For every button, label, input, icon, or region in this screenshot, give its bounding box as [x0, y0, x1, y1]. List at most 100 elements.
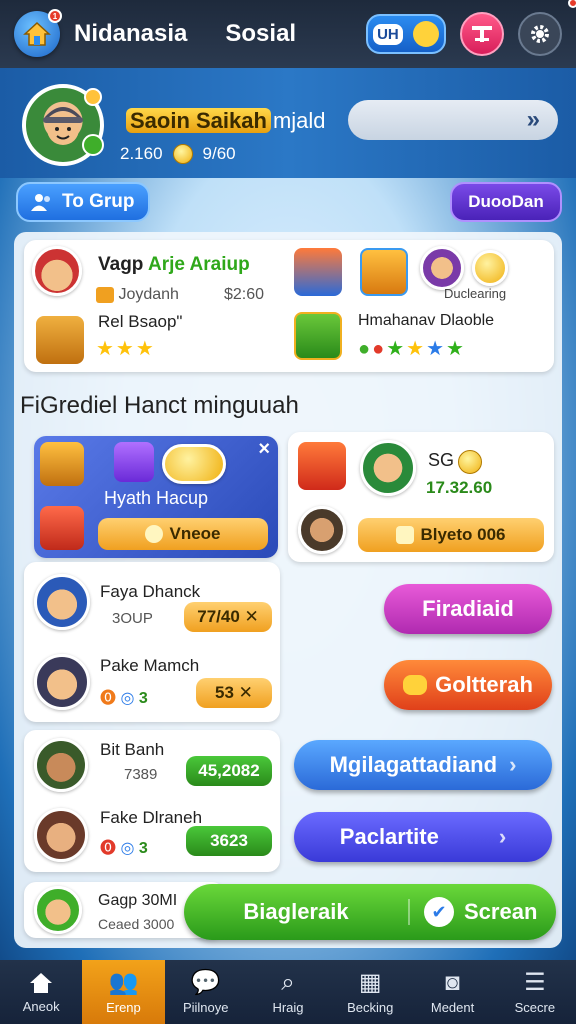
treasure-chest-icon [36, 316, 84, 364]
camera-icon: ◙ [445, 968, 460, 996]
coin-icon [172, 144, 193, 164]
search-icon: ⌕ [281, 968, 295, 996]
reward-label: SG [428, 450, 455, 470]
player-avatar[interactable] [34, 654, 90, 710]
nav-calendar[interactable]: ▦ Becking [329, 960, 411, 1024]
action-button-2-label: Goltterah [435, 672, 533, 697]
nav-menu[interactable]: ☰ Scecre [494, 960, 576, 1024]
action-button-3-label: Mgilagattadiand [329, 752, 498, 777]
action-button-1[interactable]: Firadiaid [384, 584, 552, 634]
player-sub: 3 [138, 690, 148, 707]
hand-icon [145, 525, 164, 543]
users-icon [31, 194, 50, 211]
reward-chip-label: Blyeto 006 [420, 525, 506, 544]
chevron-right-icon: › [498, 824, 507, 849]
player-avatar[interactable] [34, 574, 90, 630]
chevron-right-icon: » [526, 106, 540, 133]
player-name-rest: mjald [272, 108, 326, 133]
emoji-icon [412, 21, 439, 47]
player-chip[interactable]: 3623 [186, 826, 272, 856]
card-right-label-1: Duclearing [444, 286, 507, 301]
nav-home[interactable]: Aneok [0, 960, 82, 1024]
app-title: Nidanasia [74, 20, 188, 47]
featured-card[interactable]: Vagp Arje Araiup Joydanh $2:60 Rel Bsaop… [24, 240, 554, 372]
player-chip[interactable]: 77/40 ✕ [184, 602, 272, 632]
bottom-nav: Aneok 👥 Erenp 💬 Piilnoye ⌕ Hraig ▦ Becki… [0, 960, 576, 1024]
star-rating-icon: ★★★ [96, 338, 156, 360]
hand-icon [403, 675, 428, 695]
chip-box-icon [396, 526, 415, 544]
card-right-label-2: Hmahanav Dlaoble [358, 312, 495, 329]
player-chip[interactable]: 53 ✕ [196, 678, 272, 708]
online-badge-icon [82, 134, 104, 156]
player-avatar[interactable] [34, 808, 88, 862]
card-avatar [32, 246, 82, 296]
player-avatar[interactable] [34, 738, 88, 792]
player-stats: 2.160 9/60 [120, 144, 236, 164]
card-sub: Joydanh [96, 286, 179, 304]
home-icon [30, 972, 53, 993]
close-icon[interactable]: × [258, 438, 270, 461]
player-name: Pake Mamch [100, 656, 200, 675]
gold-coin-icon [472, 250, 508, 286]
promo-button[interactable]: Vneoe [98, 518, 268, 550]
card-sub-text: Joydanh [118, 286, 179, 303]
settings-badge [568, 0, 576, 8]
reward-chip[interactable]: Blyeto 006 [358, 518, 544, 552]
players-card-2: Bit Banh 7389 45,2082 Fake Dlraneh ⓿ ◎ 3… [24, 730, 280, 872]
nav-label: Erenp [106, 999, 141, 1015]
card-title-a: Vagp [98, 254, 148, 275]
player-badges: ⓿ ◎ 3 [100, 690, 148, 707]
user-avatar[interactable] [22, 84, 104, 166]
action-button-3[interactable]: Mgilagattadiand › [294, 740, 552, 790]
nav-label: Hraig [272, 999, 304, 1015]
tab-social[interactable]: Sosial [225, 20, 296, 48]
nav-camera[interactable]: ◙ Medent [411, 960, 493, 1024]
action-button-2[interactable]: Goltterah [384, 660, 552, 710]
card-row2-title: Rel Bsaop" [98, 312, 183, 331]
promo-card[interactable]: × Hyath Hacup Vneoe [34, 436, 278, 558]
nav-label: Medent [430, 999, 475, 1015]
player-name: Saoin Saikah mjald [126, 108, 326, 134]
card-title-b: Arje Araiup [147, 254, 250, 275]
footer-avatar [34, 886, 82, 934]
footer-sub: Ceaed 3000 [98, 916, 175, 932]
reward-avatar-2 [298, 506, 346, 554]
calendar-icon: ▦ [358, 968, 382, 996]
chat-pill-button[interactable]: UH [366, 14, 446, 54]
footer-right-button[interactable]: Screan [464, 899, 537, 925]
purple-gift-icon [114, 442, 154, 482]
action-button-4[interactable]: Paclartite › [294, 812, 552, 862]
player-name-highlight: Saoin Saikah [126, 108, 271, 133]
profile-card-button[interactable] [460, 12, 504, 56]
card-price: $2:60 [224, 286, 265, 303]
player-badges: ⓿ ◎ 3 [100, 840, 148, 857]
reward-card[interactable]: SG 17.32.60 Blyeto 006 [288, 432, 554, 562]
id-card-icon [472, 26, 492, 42]
section-title: FiGrediel Hanct minguuah [20, 392, 299, 419]
coins-pile-icon [162, 444, 226, 484]
nav-chat[interactable]: 💬 Piilnoye [165, 960, 247, 1024]
search-bar[interactable]: » [348, 100, 558, 140]
reward-coin-icon [458, 450, 482, 474]
player-chip[interactable]: 45,2082 [186, 756, 272, 786]
player-sub: 7389 [124, 766, 158, 783]
duo-button[interactable]: DuooDan [450, 182, 562, 222]
footer-main-button: Biagleraik ✔ Screan [184, 884, 556, 940]
nav-search[interactable]: ⌕ Hraig [247, 960, 329, 1024]
group-button-label: To Grup [62, 191, 135, 212]
footer-left-button[interactable]: Biagleraik [184, 899, 410, 925]
house-icon[interactable]: 1 [14, 9, 62, 57]
chat-icon: 💬 [190, 968, 221, 996]
star-badge-icon [84, 88, 102, 106]
group-button[interactable]: To Grup [16, 182, 150, 222]
stat-1: 2.160 [120, 144, 163, 163]
shield-chest-icon [40, 506, 84, 550]
notification-badge: 1 [48, 9, 62, 23]
stat-2: 9/60 [202, 144, 236, 163]
gift-box-icon [294, 248, 342, 296]
nav-label: Scecre [514, 999, 556, 1015]
nav-group[interactable]: 👥 Erenp [82, 960, 165, 1024]
friend-avatar [420, 246, 464, 290]
settings-button[interactable] [518, 0, 576, 56]
